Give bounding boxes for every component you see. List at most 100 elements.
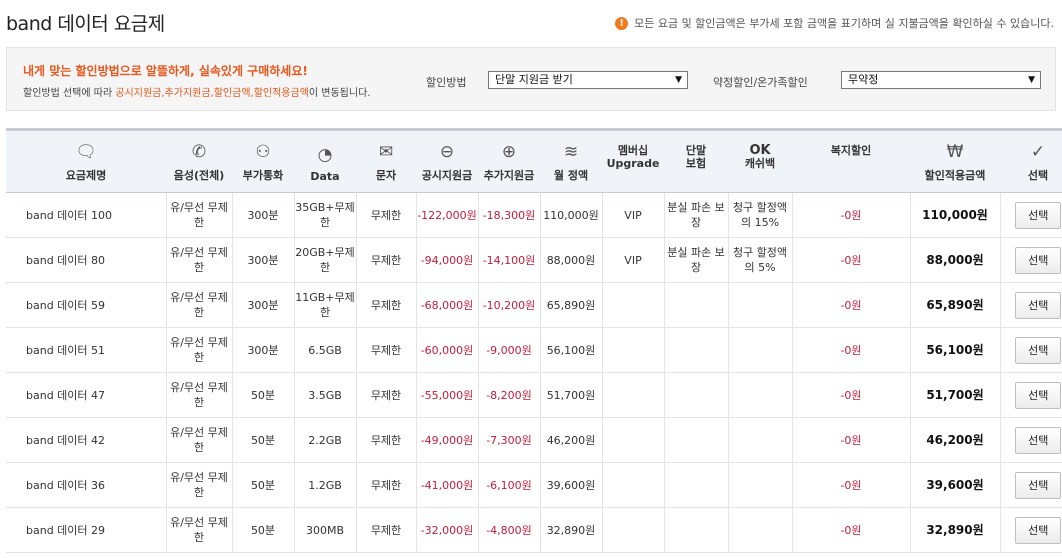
cell-public-subsidy: -49,000원 [416, 417, 479, 463]
cell-sms: 무제한 [356, 417, 417, 463]
col-final: ₩ 할인적용금액 [910, 128, 1000, 193]
col-voice: ✆ 음성(전체) [166, 128, 232, 193]
col-sms: ✉ 문자 [356, 128, 416, 193]
discount-method-select[interactable]: 단말 지원금 받기 ▼ [488, 71, 688, 89]
cell-final-price: 110,000원 [910, 192, 1001, 238]
cell-extra-call: 50분 [232, 372, 295, 418]
select-plan-button[interactable]: 선택 [1015, 381, 1062, 409]
cell-data-amount: 20GB+무제한 [294, 237, 357, 283]
cell-voice: 유/무선 무제한 [166, 282, 233, 328]
cell-voice: 유/무선 무제한 [166, 507, 233, 553]
col-monthly: ≋ 월 정액 [540, 128, 602, 193]
cell-extra-call: 300분 [232, 282, 295, 328]
cell-membership: VIP [602, 192, 665, 238]
cell-select: 선택 [1000, 372, 1062, 418]
cell-select: 선택 [1000, 327, 1062, 373]
table-row: band 데이터 51 유/무선 무제한 300분 6.5GB 무제한 -60,000원 -… [6, 327, 1062, 373]
checkmark-icon: ✓ [1030, 142, 1046, 162]
cell-plan-name: band 데이터 100 [6, 192, 167, 238]
cell-cashback [728, 417, 793, 463]
cell-welfare-discount: -0원 [792, 282, 911, 328]
cell-data-amount: 35GB+무제한 [294, 192, 357, 238]
table-row: band 데이터 36 유/무선 무제한 50분 1.2GB 무제한 -41,000원 -6… [6, 462, 1062, 508]
col-welfare: 복지할인 [792, 128, 910, 193]
cell-plan-name: band 데이터 59 [6, 282, 167, 328]
contract-discount-select[interactable]: 무약정 ▼ [841, 71, 1041, 89]
col-insurance: 단말 보험 [664, 128, 728, 193]
cell-welfare-discount: -0원 [792, 327, 911, 373]
col-cashback: OK 캐쉬백 [728, 128, 792, 193]
cell-select: 선택 [1000, 507, 1062, 553]
cell-voice: 유/무선 무제한 [166, 327, 233, 373]
phone-icon: ✆ [191, 142, 207, 162]
col-data: ◔ Data [294, 128, 356, 193]
cell-monthly-fee: 56,100원 [540, 327, 603, 373]
cell-extra-call: 300분 [232, 327, 295, 373]
cell-final-price: 46,200원 [910, 417, 1001, 463]
cell-data-amount: 2.2GB [294, 417, 357, 463]
cell-insurance: 분실 파손 보장 [664, 192, 729, 238]
cell-extra-call: 300분 [232, 237, 295, 283]
cell-membership [602, 372, 665, 418]
cell-extra-subsidy: -4,800원 [478, 507, 541, 553]
cell-data-amount: 300MB [294, 507, 357, 553]
won-icon: ₩ [946, 142, 964, 162]
contract-discount-value: 무약정 [848, 73, 879, 86]
cell-select: 선택 [1000, 282, 1062, 328]
dropdown-arrow-icon: ▼ [675, 75, 682, 85]
cell-cashback [728, 282, 793, 328]
col-select: ✓ 선택 [1000, 128, 1062, 193]
cell-plan-name: band 데이터 47 [6, 372, 167, 418]
cell-monthly-fee: 88,000원 [540, 237, 603, 283]
cell-monthly-fee: 32,890원 [540, 507, 603, 553]
cell-welfare-discount: -0원 [792, 417, 911, 463]
page-title: band 데이터 요금제 [6, 13, 165, 35]
envelope-icon: ✉ [378, 142, 394, 162]
cell-cashback [728, 372, 793, 418]
cell-plan-name: band 데이터 36 [6, 462, 167, 508]
cell-data-amount: 1.2GB [294, 462, 357, 508]
table-row: band 데이터 59 유/무선 무제한 300분 11GB+무제한 무제한 -68,00… [6, 282, 1062, 328]
select-plan-button[interactable]: 선택 [1015, 471, 1062, 499]
select-plan-button[interactable]: 선택 [1015, 291, 1062, 319]
cell-monthly-fee: 110,000원 [540, 192, 603, 238]
table-row: band 데이터 47 유/무선 무제한 50분 3.5GB 무제한 -55,000원 -8… [6, 372, 1062, 418]
select-plan-button[interactable]: 선택 [1015, 201, 1062, 229]
cell-data-amount: 6.5GB [294, 327, 357, 373]
cell-plan-name: band 데이터 51 [6, 327, 167, 373]
cell-sms: 무제한 [356, 237, 417, 283]
cell-public-subsidy: -41,000원 [416, 462, 479, 508]
select-plan-button[interactable]: 선택 [1015, 246, 1062, 274]
cell-final-price: 88,000원 [910, 237, 1001, 283]
speech-bubble-icon: 🗨 [75, 142, 97, 162]
cell-welfare-discount: -0원 [792, 192, 911, 238]
cell-data-amount: 3.5GB [294, 372, 357, 418]
cell-plan-name: band 데이터 42 [6, 417, 167, 463]
table-row: band 데이터 100 유/무선 무제한 300분 35GB+무제한 무제한 -122,… [6, 192, 1062, 238]
select-plan-button[interactable]: 선택 [1015, 516, 1062, 544]
cell-final-price: 39,600원 [910, 462, 1001, 508]
cell-insurance [664, 327, 729, 373]
cell-extra-subsidy: -7,300원 [478, 417, 541, 463]
filter-desc-suffix: 이 변동됩니다. [308, 88, 371, 99]
coin-stack-icon: ≋ [563, 142, 579, 162]
filter-description: 할인방법 선택에 따라 공시지원금,추가지원금,할인금액,할인적용금액이 변동됩… [23, 84, 370, 99]
cell-membership: VIP [602, 237, 665, 283]
col-membership: 멤버십 Upgrade [602, 128, 664, 193]
cell-extra-subsidy: -9,000원 [478, 327, 541, 373]
cell-public-subsidy: -60,000원 [416, 327, 479, 373]
cell-insurance [664, 372, 729, 418]
cell-sms: 무제한 [356, 462, 417, 508]
select-plan-button[interactable]: 선택 [1015, 336, 1062, 364]
cell-insurance: 분실 파손 보장 [664, 237, 729, 283]
cell-membership [602, 327, 665, 373]
cell-monthly-fee: 39,600원 [540, 462, 603, 508]
select-plan-button[interactable]: 선택 [1015, 426, 1062, 454]
cell-membership [602, 462, 665, 508]
cell-extra-subsidy: -10,200원 [478, 282, 541, 328]
cell-cashback [728, 462, 793, 508]
cell-cashback: 청구 할정액의 15% [728, 192, 793, 238]
cell-sms: 무제한 [356, 372, 417, 418]
cell-extra-call: 50분 [232, 507, 295, 553]
cell-public-subsidy: -122,000원 [416, 192, 479, 238]
